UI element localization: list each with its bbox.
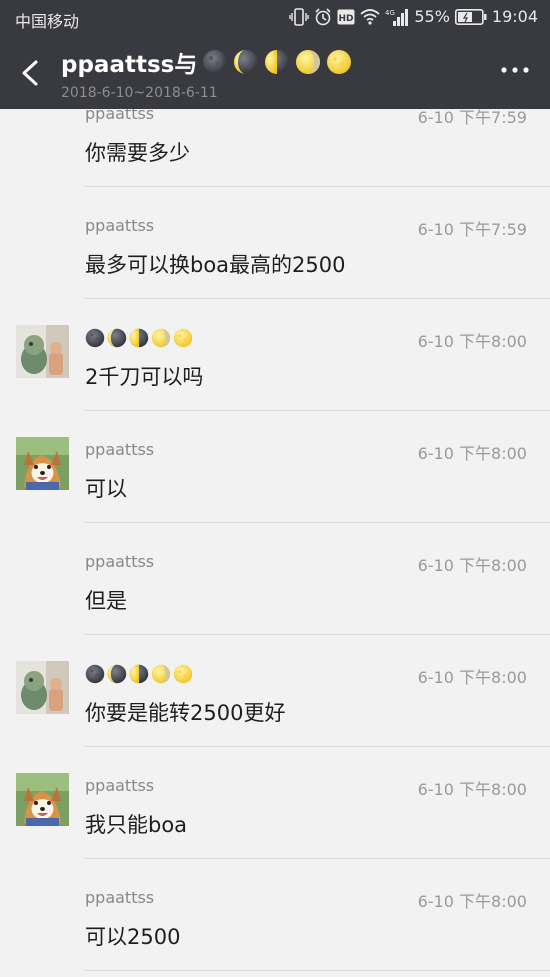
half-moon-icon xyxy=(264,49,290,75)
message-time: 6-10 下午8:00 xyxy=(417,668,527,687)
sender-name: ppaattss xyxy=(85,216,155,235)
full-moon-icon xyxy=(326,49,352,75)
message-time: 6-10 下午8:00 xyxy=(417,444,527,463)
message-item[interactable]: ppaattss 6-10 下午8:00 可以2500 xyxy=(0,859,550,971)
message-time: 6-10 下午8:00 xyxy=(417,892,527,911)
message-text: 可以 xyxy=(85,477,127,501)
message-item[interactable]: ppaattss 6-10 下午8:00 但是 xyxy=(0,523,550,635)
alarm-icon xyxy=(315,7,331,25)
status-icons: HD 4G 55% 19:04 xyxy=(289,7,538,26)
message-text: 你需要多少 xyxy=(85,141,190,165)
message-time: 6-10 下午8:00 xyxy=(417,556,527,575)
vibrate-icon xyxy=(289,7,310,26)
message-item[interactable]: 6-10 下午8:00 你要是能转2500更好 xyxy=(0,635,550,747)
date-range: 2018-6-10~2018-6-11 xyxy=(61,85,218,101)
message-item[interactable]: ppaattss 6-10 下午8:00 可以 xyxy=(0,411,550,523)
half-moon-icon xyxy=(129,328,149,348)
gibbous-moon-icon xyxy=(151,664,171,684)
shiba-avatar[interactable] xyxy=(16,773,69,826)
gibbous-moon-icon xyxy=(295,49,321,75)
sender-name xyxy=(85,328,195,348)
crescent-moon-icon xyxy=(107,664,127,684)
message-text: 你要是能转2500更好 xyxy=(85,701,286,725)
message-item[interactable]: ppaattss 6-10 下午7:59 最多可以换boa最高的2500 xyxy=(0,187,550,299)
sender-name xyxy=(85,664,195,684)
chat-title-block: ppaattss与 2018-6-10~2018-6-11 xyxy=(61,45,352,101)
svg-text:HD: HD xyxy=(339,14,354,24)
title-text: ppaattss与 xyxy=(61,52,198,78)
wifi-icon xyxy=(360,8,380,25)
back-arrow-icon[interactable] xyxy=(12,54,46,92)
crescent-moon-icon xyxy=(107,328,127,348)
new-moon-icon xyxy=(85,328,105,348)
message-time: 6-10 下午8:00 xyxy=(417,780,527,799)
divider xyxy=(85,970,550,971)
more-options-icon[interactable] xyxy=(500,60,530,80)
figurine-avatar[interactable] xyxy=(16,325,69,378)
message-text: 2千刀可以吗 xyxy=(85,365,204,389)
hd-icon: HD xyxy=(337,9,355,24)
page-title: ppaattss与 xyxy=(61,45,352,79)
message-time: 6-10 下午8:00 xyxy=(417,332,527,351)
message-text: 我只能boa xyxy=(85,813,188,837)
message-text: 可以2500 xyxy=(85,925,181,949)
battery-icon xyxy=(454,8,487,25)
svg-text:4G: 4G xyxy=(385,9,395,17)
new-moon-icon xyxy=(202,49,228,75)
sender-name: ppaattss xyxy=(85,440,155,459)
carrier-label: 中国移动 xyxy=(15,12,80,31)
clock: 19:04 xyxy=(491,7,538,26)
message-list[interactable]: ppaattss 6-10 下午7:59 你需要多少 ppaattss 6-10… xyxy=(0,75,550,971)
top-bar: 中国移动 HD 4G 55% 19:04 ppaattss与 2018-6-10… xyxy=(0,0,550,109)
signal-4g-icon: 4G xyxy=(385,8,409,26)
battery-percent: 55% xyxy=(414,7,450,26)
new-moon-icon xyxy=(85,664,105,684)
sender-name: ppaattss xyxy=(85,776,155,795)
full-moon-icon xyxy=(173,664,193,684)
sender-name: ppaattss xyxy=(85,552,155,571)
crescent-moon-icon xyxy=(233,49,259,75)
sender-name: ppaattss xyxy=(85,888,155,907)
shiba-avatar[interactable] xyxy=(16,437,69,490)
full-moon-icon xyxy=(173,328,193,348)
message-text: 最多可以换boa最高的2500 xyxy=(85,253,346,277)
message-item[interactable]: 6-10 下午8:00 2千刀可以吗 xyxy=(0,299,550,411)
figurine-avatar[interactable] xyxy=(16,661,69,714)
message-item[interactable]: ppaattss 6-10 下午8:00 我只能boa xyxy=(0,747,550,859)
status-bar: 中国移动 HD 4G 55% 19:04 xyxy=(0,0,550,36)
half-moon-icon xyxy=(129,664,149,684)
message-text: 但是 xyxy=(85,589,127,613)
gibbous-moon-icon xyxy=(151,328,171,348)
message-time: 6-10 下午7:59 xyxy=(417,220,527,239)
